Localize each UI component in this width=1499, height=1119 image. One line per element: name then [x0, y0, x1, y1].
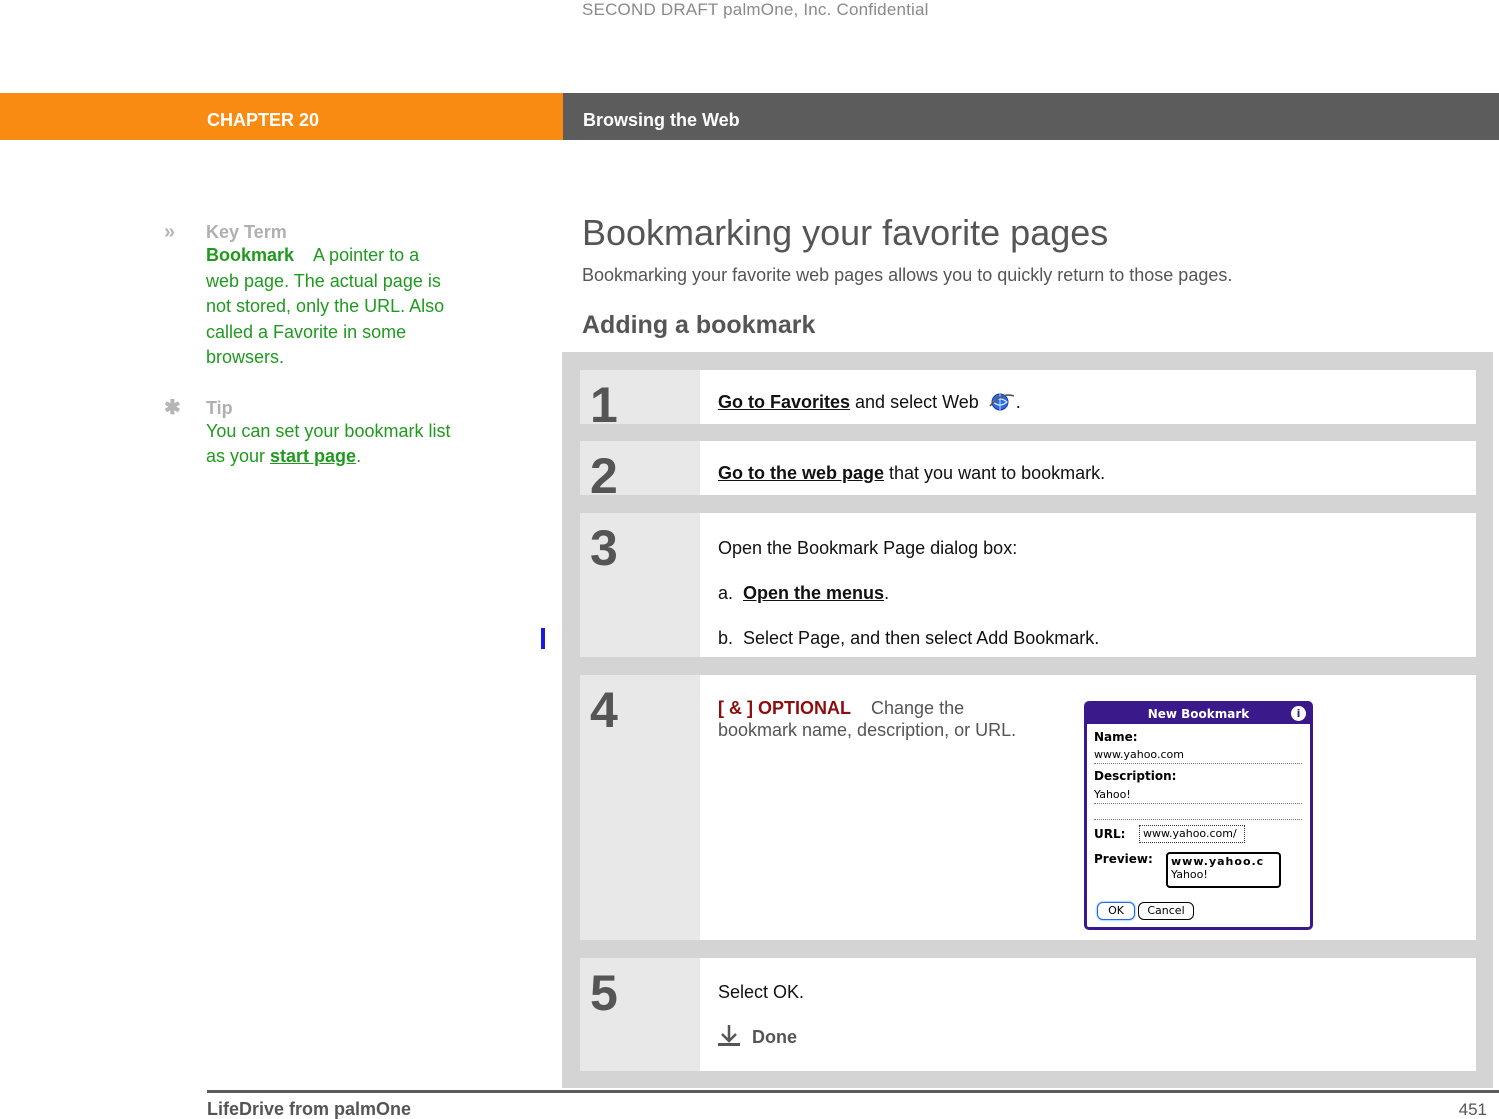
step-number: 2	[580, 441, 700, 501]
description-field[interactable]: Yahoo!	[1094, 788, 1302, 804]
step-text-end: .	[1015, 392, 1021, 412]
key-term-body: Bookmark A pointer to a web page. The ac…	[206, 243, 454, 371]
step-content: Go to the web page that you want to book…	[700, 441, 1476, 495]
step-5: 5 Select OK. Done	[580, 958, 1476, 1071]
substep-b: b. Select Page, and then select Add Book…	[718, 627, 1476, 649]
step-content: Go to Favorites and select Web .	[700, 370, 1476, 424]
done-indicator: Done	[718, 1023, 1476, 1052]
step-text: Select OK.	[718, 982, 805, 1002]
chapter-label: CHAPTER 20	[0, 93, 563, 140]
asterisk-icon: ✱	[164, 396, 181, 419]
new-bookmark-dialog: New Bookmark i Name: www.yahoo.com Descr…	[1084, 701, 1313, 930]
step-number: 4	[580, 675, 700, 940]
step-2: 2 Go to the web page that you want to bo…	[580, 441, 1476, 501]
name-label: Name:	[1094, 730, 1138, 744]
page-title: Bookmarking your favorite pages	[582, 212, 1109, 253]
preview-box: www.yahoo.c Yahoo!	[1166, 852, 1281, 888]
page-number: 451	[1458, 1100, 1487, 1119]
web-globe-icon	[988, 392, 1016, 417]
step-content: Select OK. Done	[700, 958, 1476, 1071]
key-term-heading: Key Term	[206, 222, 287, 242]
step-1: 1 Go to Favorites and select Web .	[580, 370, 1476, 430]
step-text: Open the Bookmark Page dialog box:	[718, 538, 1018, 558]
step-number: 5	[580, 958, 700, 1071]
substep-a: a. Open the menus.	[718, 582, 1476, 604]
key-term-word: Bookmark	[206, 245, 295, 265]
steps-panel: 1 Go to Favorites and select Web . 2 Go …	[562, 352, 1493, 1088]
tip-heading: Tip	[206, 397, 233, 418]
go-to-web-page-link[interactable]: Go to the web page	[718, 463, 884, 483]
tip-text-end: .	[356, 446, 362, 466]
cancel-button[interactable]: Cancel	[1138, 902, 1194, 920]
footer-divider	[207, 1090, 1499, 1093]
draft-watermark: SECOND DRAFT palmOne, Inc. Confidential	[582, 0, 929, 19]
substep-marker: a.	[718, 583, 734, 603]
step-content: Open the Bookmark Page dialog box: a. Op…	[700, 513, 1476, 657]
substep-text-end: .	[884, 583, 890, 603]
step-3: 3 Open the Bookmark Page dialog box: a. …	[580, 513, 1476, 657]
name-field[interactable]: www.yahoo.com	[1094, 748, 1302, 764]
preview-description: Yahoo!	[1171, 868, 1208, 881]
dialog-title-bar: New Bookmark i	[1087, 704, 1310, 724]
chapter-title: Browsing the Web	[563, 93, 1499, 140]
step-number: 3	[580, 513, 700, 657]
substep-marker: b.	[718, 628, 734, 648]
step-4: 4 [ & ] OPTIONAL Change the bookmark nam…	[580, 675, 1476, 940]
go-to-favorites-link[interactable]: Go to Favorites	[718, 392, 850, 412]
change-bar-marker	[541, 628, 545, 649]
footer-product: LifeDrive from palmOne	[207, 1099, 412, 1119]
url-field[interactable]: www.yahoo.com/	[1139, 825, 1245, 843]
description-field-line-2[interactable]	[1094, 804, 1302, 820]
intro-text: Bookmarking your favorite web pages allo…	[582, 265, 1233, 285]
info-icon[interactable]: i	[1291, 706, 1306, 721]
substep-text: Select Page, and then select Add Bookmar…	[743, 628, 1100, 648]
double-chevron-right-icon: »	[164, 221, 176, 243]
arrow-down-icon	[718, 1023, 740, 1052]
preview-title: www.yahoo.c	[1171, 855, 1265, 868]
open-menus-link[interactable]: Open the menus	[743, 583, 884, 603]
optional-step-text: [ & ] OPTIONAL Change the bookmark name,…	[718, 697, 1018, 741]
dialog-title: New Bookmark	[1147, 707, 1250, 721]
preview-label: Preview:	[1094, 852, 1153, 866]
step-text: that you want to bookmark.	[884, 463, 1106, 483]
tip-block: ✱ Tip You can set your bookmark list as …	[164, 397, 454, 470]
description-label: Description:	[1094, 769, 1177, 783]
optional-label: [ & ] OPTIONAL	[718, 698, 851, 718]
url-label: URL:	[1094, 827, 1126, 841]
section-title: Adding a bookmark	[582, 311, 816, 339]
key-term-block: » Key Term Bookmark A pointer to a web p…	[164, 221, 454, 371]
start-page-link[interactable]: start page	[270, 446, 356, 466]
step-number: 1	[580, 370, 700, 430]
done-label: Done	[752, 1027, 797, 1047]
chapter-header: CHAPTER 20 Browsing the Web	[0, 93, 1499, 140]
tip-body: You can set your bookmark list as your s…	[206, 419, 454, 470]
sidebar: » Key Term Bookmark A pointer to a web p…	[164, 221, 454, 470]
ok-button[interactable]: OK	[1097, 902, 1135, 920]
step-text: and select Web	[850, 392, 979, 412]
